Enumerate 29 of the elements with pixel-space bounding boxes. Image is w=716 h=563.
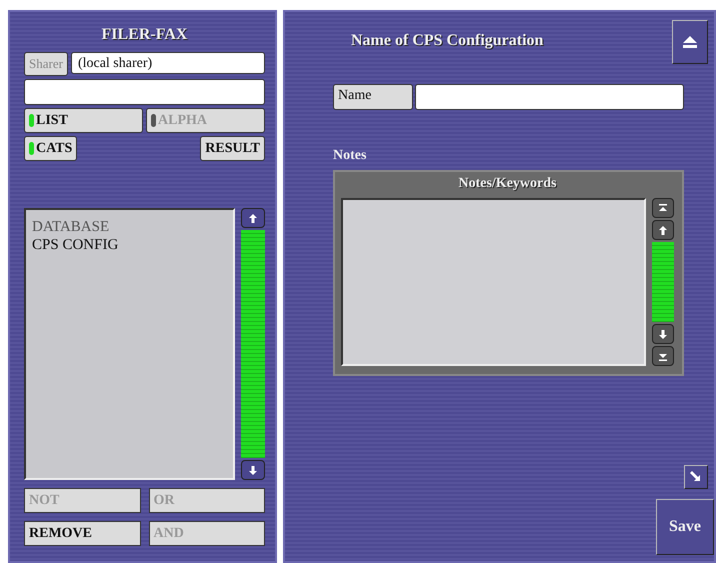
expand-button[interactable] [684, 465, 708, 489]
scroll-bottom-button[interactable] [652, 346, 674, 366]
scroll-down-button[interactable] [241, 460, 265, 480]
toggle-button[interactable]: CATS [24, 136, 78, 161]
double-up-icon [659, 204, 667, 212]
panel-title: FILER-FAX [100, 26, 188, 44]
double-down-icon [659, 352, 667, 360]
eject-button[interactable] [672, 20, 708, 64]
name-label: Name [333, 84, 413, 110]
toggle-button[interactable]: LIST [24, 108, 143, 133]
result-button[interactable]: RESULT [200, 136, 265, 161]
config-title: Name of CPS Configuration [351, 32, 544, 50]
up-arrow-icon [249, 214, 257, 222]
input-field[interactable] [24, 79, 265, 105]
name-field[interactable] [415, 84, 684, 110]
sharer-label: Sharer [24, 52, 68, 76]
down-arrow-icon [249, 466, 257, 474]
scroll-up-button[interactable] [652, 220, 674, 240]
save-button[interactable]: Save [656, 499, 714, 555]
list-item[interactable]: CPS CONFIG [32, 236, 227, 254]
logic-button[interactable]: REMOVE [24, 521, 140, 546]
notes-label: Notes [333, 148, 368, 164]
scroll-up-button[interactable] [241, 208, 265, 228]
down-arrow-icon [659, 330, 667, 338]
up-arrow-icon [659, 226, 667, 234]
diagonal-arrow-icon [690, 471, 702, 483]
eject-icon [683, 36, 697, 48]
scroll-down-button[interactable] [652, 324, 674, 344]
notes-title: Notes/Keywords [458, 176, 558, 192]
